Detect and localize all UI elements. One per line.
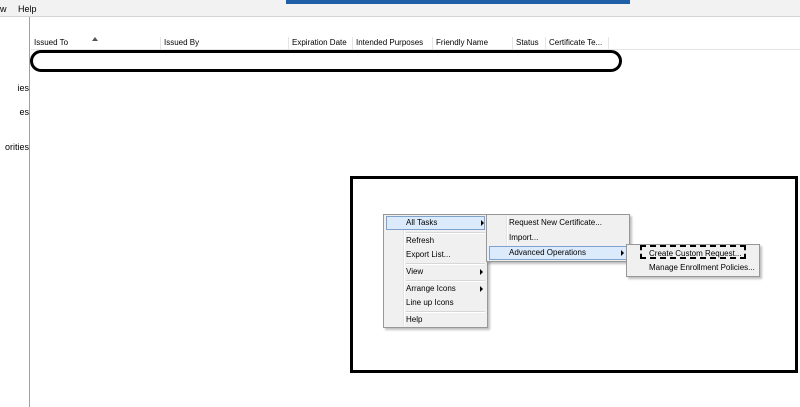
certificates-console-window: w Help ies es orities Issued To Issued B…	[0, 0, 800, 407]
column-expiration-date[interactable]: Expiration Date	[289, 37, 353, 49]
sort-ascending-icon	[92, 37, 98, 41]
column-certificate-template[interactable]: Certificate Te...	[546, 37, 609, 49]
menu-item-all-tasks[interactable]: All Tasks	[386, 216, 485, 230]
keyboard-focus-outline	[640, 245, 746, 259]
menu-view[interactable]: w	[0, 4, 7, 14]
menu-item-advanced-operations[interactable]: Advanced Operations	[489, 246, 627, 260]
menu-item-label: Advanced Operations	[509, 248, 586, 257]
submenu-arrow-icon	[480, 269, 483, 275]
tree-item-authorities[interactable]: ies	[17, 83, 29, 93]
menu-item-arrange-icons[interactable]: Arrange Icons	[386, 282, 485, 296]
column-friendly-name[interactable]: Friendly Name	[433, 37, 513, 49]
submenu-arrow-icon	[621, 250, 624, 256]
column-intended-purposes[interactable]: Intended Purposes	[353, 37, 433, 49]
context-menu: All Tasks Refresh Export List... View Ar…	[383, 214, 488, 328]
console-tree-pane[interactable]: ies es orities	[0, 17, 30, 407]
tree-item-root-authorities[interactable]: orities	[5, 142, 29, 152]
menu-help[interactable]: Help	[18, 4, 37, 14]
menu-item-label: View	[406, 267, 424, 276]
annotation-oval	[30, 50, 622, 72]
tree-item-certificates[interactable]: es	[19, 107, 29, 117]
menu-item-help[interactable]: Help	[386, 313, 485, 327]
all-tasks-submenu: Request New Certificate... Import... Adv…	[486, 214, 630, 262]
menu-item-view[interactable]: View	[386, 265, 485, 279]
menu-item-export-list[interactable]: Export List...	[386, 248, 485, 262]
menu-item-manage-enrollment-policies[interactable]: Manage Enrollment Policies...	[629, 261, 757, 275]
menu-item-line-up-icons[interactable]: Line up Icons	[386, 296, 485, 310]
column-issued-by[interactable]: Issued By	[161, 37, 289, 49]
certificate-list-header: Issued To Issued By Expiration Date Inte…	[31, 37, 800, 50]
title-bar-accent	[286, 0, 630, 4]
submenu-arrow-icon	[481, 220, 484, 226]
menu-item-import[interactable]: Import...	[489, 231, 627, 245]
submenu-arrow-icon	[480, 286, 483, 292]
menu-item-label: Arrange Icons	[406, 284, 456, 293]
menu-item-request-new-certificate[interactable]: Request New Certificate...	[489, 216, 627, 230]
column-status[interactable]: Status	[513, 37, 546, 49]
menu-item-refresh[interactable]: Refresh	[386, 234, 485, 248]
menu-item-label: All Tasks	[406, 218, 438, 227]
